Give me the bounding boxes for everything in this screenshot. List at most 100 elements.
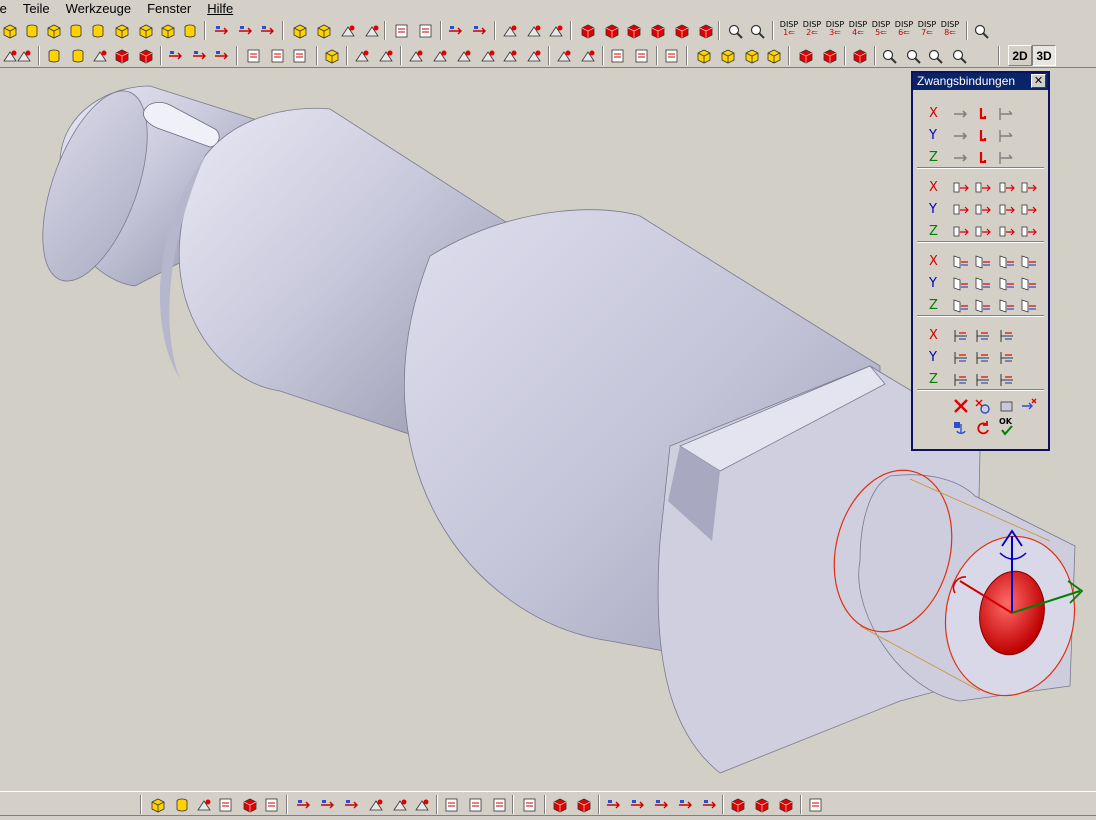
toolbar-button[interactable] <box>290 21 310 40</box>
toolbar-button[interactable] <box>470 21 490 40</box>
constraint-button[interactable] <box>997 253 1017 271</box>
toolbar-button[interactable] <box>362 21 382 40</box>
constraint-button[interactable] <box>973 179 993 197</box>
toolbar-button[interactable] <box>190 46 210 65</box>
toolbar-button[interactable] <box>632 46 652 65</box>
toolbar-button[interactable] <box>718 46 738 65</box>
delete-constraint-button[interactable] <box>951 397 971 415</box>
constraint-button[interactable] <box>973 201 993 219</box>
toolbar-button[interactable] <box>700 795 720 814</box>
toolbar-button[interactable] <box>676 795 696 814</box>
toolbar-button[interactable] <box>652 795 672 814</box>
constraint-button[interactable] <box>1019 201 1039 219</box>
toolbar-button[interactable] <box>466 795 486 814</box>
toolbar-button[interactable] <box>216 795 236 814</box>
constraint-button[interactable] <box>951 297 971 315</box>
toolbar-button[interactable] <box>748 21 768 40</box>
toolbar-button[interactable] <box>546 21 566 40</box>
toolbar-button[interactable] <box>244 46 264 65</box>
toolbar-button[interactable] <box>22 21 42 40</box>
toolbar-button[interactable] <box>112 46 132 65</box>
toolbar-button[interactable] <box>112 21 132 40</box>
constraint-button[interactable] <box>973 327 993 345</box>
toolbar-button[interactable] <box>602 21 622 40</box>
toolbar-button[interactable] <box>430 46 450 65</box>
toolbar-button[interactable] <box>524 46 544 65</box>
constraint-button[interactable] <box>973 223 993 241</box>
toolbar-button[interactable] <box>574 795 594 814</box>
constraint-button[interactable] <box>951 201 971 219</box>
ok-button[interactable]: OK <box>997 417 1017 437</box>
constraint-button[interactable] <box>1019 275 1039 293</box>
constraint-button[interactable] <box>997 127 1017 145</box>
menu-werkzeuge[interactable]: Werkzeuge <box>58 0 140 17</box>
toolbar-button[interactable] <box>290 46 310 65</box>
toolbar-button[interactable] <box>694 46 714 65</box>
constraint-button[interactable] <box>997 327 1017 345</box>
toolbar-button[interactable] <box>500 21 520 40</box>
toolbar-button[interactable] <box>554 46 574 65</box>
toolbar-button[interactable] <box>880 46 900 65</box>
constraint-button[interactable] <box>951 371 971 389</box>
toolbar-button[interactable] <box>0 21 20 40</box>
toolbar-button[interactable] <box>180 21 200 40</box>
toolbar-button[interactable] <box>820 46 840 65</box>
constraint-button[interactable] <box>951 149 971 167</box>
close-icon[interactable]: ✕ <box>1031 74 1046 88</box>
constraint-button[interactable] <box>973 349 993 367</box>
constraint-button[interactable] <box>973 127 993 145</box>
toolbar-button[interactable] <box>412 795 432 814</box>
constraint-button[interactable] <box>997 223 1017 241</box>
delete-anchor-button[interactable] <box>973 397 993 415</box>
block-button[interactable] <box>997 397 1017 415</box>
toolbar-button[interactable] <box>262 795 282 814</box>
toolbar-button[interactable] <box>66 21 86 40</box>
toolbar-button[interactable] <box>950 46 970 65</box>
toolbar-button[interactable] <box>90 46 110 65</box>
view-3d-button[interactable]: 3D <box>1032 45 1056 66</box>
toolbar-button[interactable] <box>764 46 784 65</box>
toolbar-button[interactable] <box>726 21 746 40</box>
constraint-button[interactable] <box>997 349 1017 367</box>
undo-button[interactable] <box>973 419 993 437</box>
toolbar-button[interactable] <box>406 46 426 65</box>
toolbar-button[interactable] <box>442 795 462 814</box>
toolbar-button[interactable] <box>696 21 716 40</box>
toolbar-button[interactable] <box>240 795 260 814</box>
constraint-button[interactable] <box>951 327 971 345</box>
toolbar-button[interactable] <box>796 46 816 65</box>
toolbar-button[interactable] <box>322 46 342 65</box>
constraint-button[interactable] <box>1019 297 1039 315</box>
toolbar-button[interactable] <box>338 21 358 40</box>
toolbar-button[interactable] <box>672 21 692 40</box>
constraint-button[interactable] <box>997 297 1017 315</box>
panel-title-bar[interactable]: Zwangsbindungen ✕ <box>913 73 1048 90</box>
toolbar-button[interactable] <box>604 795 624 814</box>
toolbar-button[interactable] <box>578 21 598 40</box>
toolbar-button[interactable] <box>850 46 870 65</box>
toolbar-button[interactable] <box>342 795 362 814</box>
view-2d-button[interactable]: 2D <box>1008 45 1032 66</box>
toolbar-button[interactable] <box>194 795 214 814</box>
toolbar-button[interactable] <box>148 795 168 814</box>
toolbar-button[interactable] <box>236 21 256 40</box>
constraint-button[interactable] <box>997 179 1017 197</box>
constraint-button[interactable] <box>951 275 971 293</box>
constraint-button[interactable] <box>973 105 993 123</box>
toolbar-button[interactable] <box>136 21 156 40</box>
toolbar-button[interactable] <box>44 46 64 65</box>
disp-button-4[interactable]: DISP 4⇐ <box>847 21 869 40</box>
toolbar-button[interactable] <box>490 795 510 814</box>
toolbar-button[interactable] <box>806 795 826 814</box>
toolbar-button[interactable] <box>44 21 64 40</box>
toolbar-button[interactable] <box>628 795 648 814</box>
toolbar-button[interactable] <box>752 795 772 814</box>
toolbar-button[interactable] <box>136 46 156 65</box>
disp-button-3[interactable]: DISP 3⇐ <box>824 21 846 40</box>
constraint-button[interactable] <box>997 371 1017 389</box>
toolbar-button[interactable] <box>212 21 232 40</box>
toolbar-button[interactable] <box>520 795 540 814</box>
constraint-button[interactable] <box>973 275 993 293</box>
constraint-button[interactable] <box>1019 253 1039 271</box>
toolbar-button[interactable] <box>648 21 668 40</box>
